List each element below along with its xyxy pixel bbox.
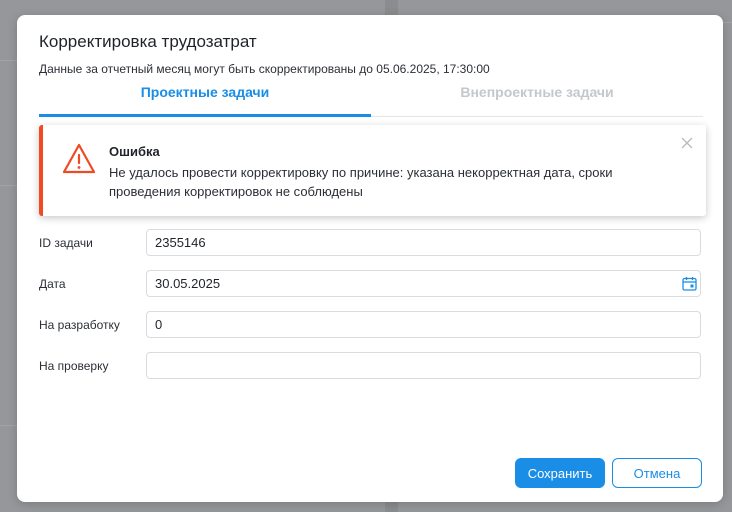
dialog-title: Корректировка трудозатрат <box>39 32 257 51</box>
task-id-input[interactable] <box>146 229 701 256</box>
tab-non-project-tasks[interactable]: Внепроектные задачи <box>371 80 703 116</box>
development-hours-input[interactable] <box>146 311 701 338</box>
form-row-review: На проверку <box>39 352 703 381</box>
form-row-date: Дата <box>39 270 703 299</box>
calendar-icon[interactable] <box>682 276 697 291</box>
task-id-label: ID задачи <box>39 236 93 250</box>
alert-title: Ошибка <box>109 144 160 159</box>
form-row-development: На разработку <box>39 311 703 340</box>
date-input[interactable] <box>146 270 701 297</box>
form-row-task-id: ID задачи <box>39 229 703 258</box>
tabs-bar: Проектные задачи Внепроектные задачи <box>39 80 703 117</box>
alert-message: Не удалось провести корректировку по при… <box>109 165 613 199</box>
close-icon[interactable] <box>680 137 694 151</box>
dialog-subtitle: Данные за отчетный месяц могут быть скор… <box>39 62 490 76</box>
tab-project-tasks[interactable]: Проектные задачи <box>39 80 371 117</box>
error-alert: Ошибка Не удалось провести корректировку… <box>39 125 706 216</box>
review-label: На проверку <box>39 359 109 373</box>
date-label: Дата <box>39 277 66 291</box>
save-button[interactable]: Сохранить <box>515 458 605 488</box>
correction-dialog: Корректировка трудозатрат Данные за отче… <box>17 15 723 502</box>
development-label: На разработку <box>39 318 120 332</box>
cancel-button[interactable]: Отмена <box>612 458 702 488</box>
warning-icon <box>62 143 96 174</box>
review-hours-input[interactable] <box>146 352 701 379</box>
